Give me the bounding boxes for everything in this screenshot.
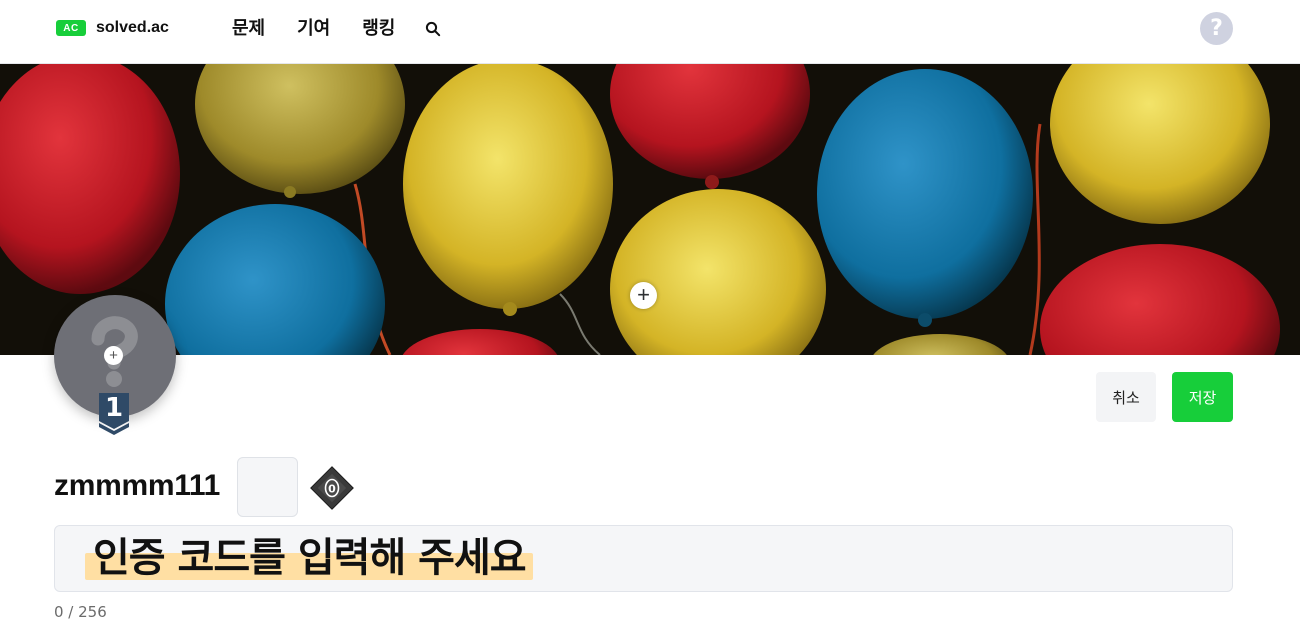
search-icon[interactable] bbox=[425, 21, 441, 37]
save-button[interactable]: 저장 bbox=[1172, 372, 1233, 422]
help-button[interactable]: ? bbox=[1200, 12, 1233, 45]
cancel-button[interactable]: 취소 bbox=[1096, 372, 1156, 422]
logo-text: solved.ac bbox=[96, 19, 169, 36]
nav-contribute[interactable]: 기여 bbox=[297, 16, 330, 40]
bio-input[interactable]: 인증 코드를 입력해 주세요 bbox=[54, 525, 1233, 592]
plus-icon: + bbox=[637, 282, 650, 307]
logo[interactable]: AC solved.ac bbox=[56, 19, 169, 37]
top-navbar: AC solved.ac 문제 기여 랭킹 ? bbox=[0, 0, 1300, 64]
balloons-image bbox=[0, 64, 1300, 355]
question-icon: ? bbox=[1210, 16, 1223, 41]
badge-slot[interactable] bbox=[237, 457, 298, 517]
profile-banner[interactable]: + bbox=[0, 64, 1300, 355]
rank-diamond-icon[interactable]: 0 bbox=[306, 462, 358, 514]
logo-badge: AC bbox=[56, 20, 86, 36]
avatar-add-button[interactable]: + bbox=[104, 346, 123, 365]
banner-add-button[interactable]: + bbox=[630, 282, 657, 309]
bio-text[interactable]: 인증 코드를 입력해 주세요 bbox=[93, 532, 527, 584]
char-count: 0 / 256 bbox=[54, 603, 107, 621]
nav-problems[interactable]: 문제 bbox=[232, 16, 265, 40]
plus-icon: + bbox=[109, 346, 118, 364]
nav-ranking[interactable]: 랭킹 bbox=[362, 16, 395, 40]
username: zmmmm111 bbox=[54, 469, 221, 502]
main-nav: 문제 기여 랭킹 bbox=[232, 16, 441, 40]
tier-number: 1 bbox=[104, 393, 124, 423]
tier-badge: 1 bbox=[97, 391, 131, 435]
rank-label: 0 bbox=[328, 483, 336, 496]
